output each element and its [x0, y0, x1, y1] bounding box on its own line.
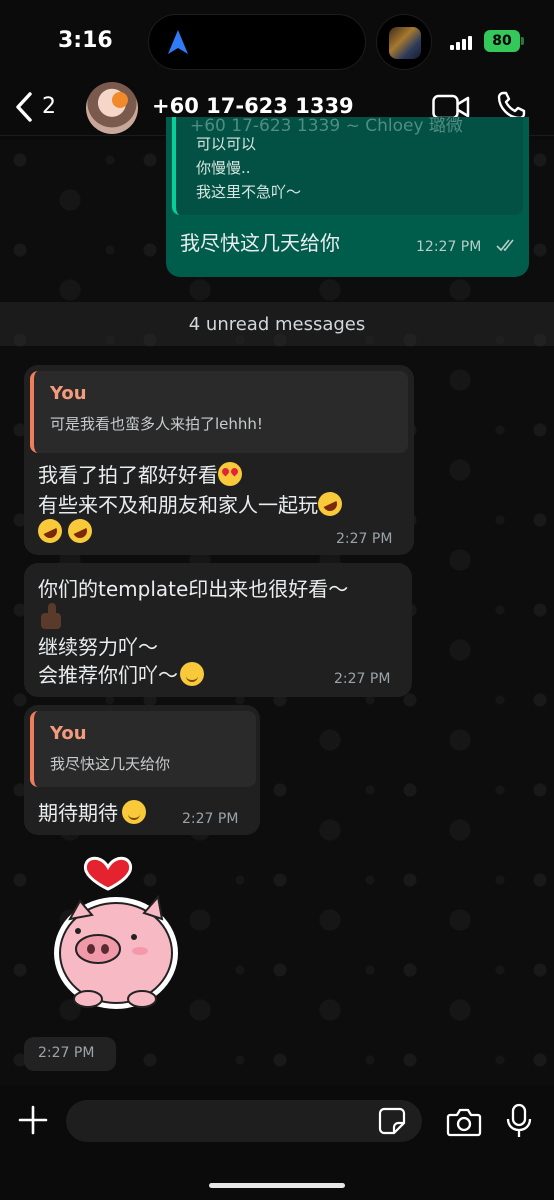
message-line: 会推荐你们吖～	[38, 659, 204, 688]
quote-author: You	[50, 723, 87, 744]
unread-chats-count[interactable]: 2	[42, 94, 56, 119]
message-time: 2:27 PM	[334, 671, 391, 687]
quote-text: 我尽快这几天给你	[50, 755, 171, 773]
message-time: 2:27 PM	[38, 1045, 95, 1061]
sticker-time-badge: 2:27 PM	[24, 1037, 116, 1071]
rofl-emoji-icon	[314, 488, 346, 520]
quoted-message[interactable]: +60 17-623 1339 ~ Chloey 璐微 可以可以 你慢慢.. 我…	[172, 116, 523, 215]
message-line: 期待期待	[38, 797, 146, 826]
quote-line: 可以可以	[196, 135, 257, 153]
camera-icon[interactable]	[446, 1107, 482, 1137]
message-line	[38, 603, 64, 631]
plus-icon[interactable]	[18, 1105, 48, 1135]
rofl-emoji-icon	[34, 515, 66, 547]
dynamic-island	[148, 14, 366, 70]
avatar[interactable]	[86, 82, 138, 134]
message-text: 我尽快这几天给你	[180, 231, 340, 255]
home-indicator	[209, 1183, 345, 1188]
signal-icon	[450, 34, 474, 50]
smiling-face-emoji-icon	[122, 800, 146, 824]
quote-line: 我这里不急吖～	[196, 183, 302, 201]
chevron-left-icon[interactable]	[10, 90, 38, 124]
incoming-message[interactable]: You 我尽快这几天给你 期待期待 2:27 PM	[24, 705, 260, 835]
message-time: 12:27 PM	[416, 239, 482, 255]
smiling-face-emoji-icon	[180, 662, 204, 686]
navigation-arrow-icon	[168, 30, 188, 54]
quoted-message[interactable]: You 可是我看也蛮多人来拍了lehhh!	[30, 371, 408, 453]
thumbs-up-emoji-icon	[38, 603, 64, 631]
sticker-icon[interactable]	[378, 1107, 406, 1135]
rofl-emoji-icon	[64, 515, 96, 547]
battery-tip	[521, 37, 524, 45]
unread-divider: 4 unread messages	[0, 302, 554, 346]
message-time: 2:27 PM	[182, 811, 239, 827]
unread-label: 4 unread messages	[188, 314, 366, 335]
outgoing-message[interactable]: +60 17-623 1339 ~ Chloey 璐微 可以可以 你慢慢.. 我…	[166, 116, 529, 277]
message-line: 继续努力吖～	[38, 635, 158, 659]
battery-icon: 80	[484, 30, 520, 52]
message-line: 我看了拍了都好好看	[38, 459, 242, 488]
quote-author: You	[50, 383, 87, 404]
message-line: 你们的template印出来也很好看～	[38, 577, 349, 601]
status-bar: 3:16 80	[0, 0, 554, 80]
message-time: 2:27 PM	[336, 531, 393, 547]
incoming-message[interactable]: 你们的template印出来也很好看～ 继续努力吖～ 会推荐你们吖～ 2:27 …	[24, 563, 412, 697]
pig-heart-sticker-icon[interactable]	[48, 849, 184, 1015]
avatar-accent	[112, 92, 128, 108]
message-input[interactable]	[66, 1100, 422, 1142]
status-time: 3:16	[58, 28, 113, 53]
composer-bar	[0, 1085, 554, 1200]
heart-eyes-emoji-icon	[218, 462, 242, 486]
live-activity	[376, 14, 432, 70]
read-receipt-icon	[496, 239, 514, 252]
quoted-message[interactable]: You 我尽快这几天给你	[30, 711, 256, 787]
message-line	[34, 515, 96, 547]
quote-text: 可是我看也蛮多人来拍了lehhh!	[50, 415, 263, 433]
media-thumbnail	[389, 27, 421, 59]
chat-area[interactable]: +60 17-623 1339 ~ Chloey 璐微 可以可以 你慢慢.. 我…	[0, 116, 554, 1085]
quote-line: 你慢慢..	[196, 159, 251, 177]
incoming-message[interactable]: You 可是我看也蛮多人来拍了lehhh! 我看了拍了都好好看 有些来不及和朋友…	[24, 365, 414, 555]
message-line: 有些来不及和朋友和家人一起玩	[38, 488, 346, 520]
microphone-icon[interactable]	[506, 1103, 532, 1139]
